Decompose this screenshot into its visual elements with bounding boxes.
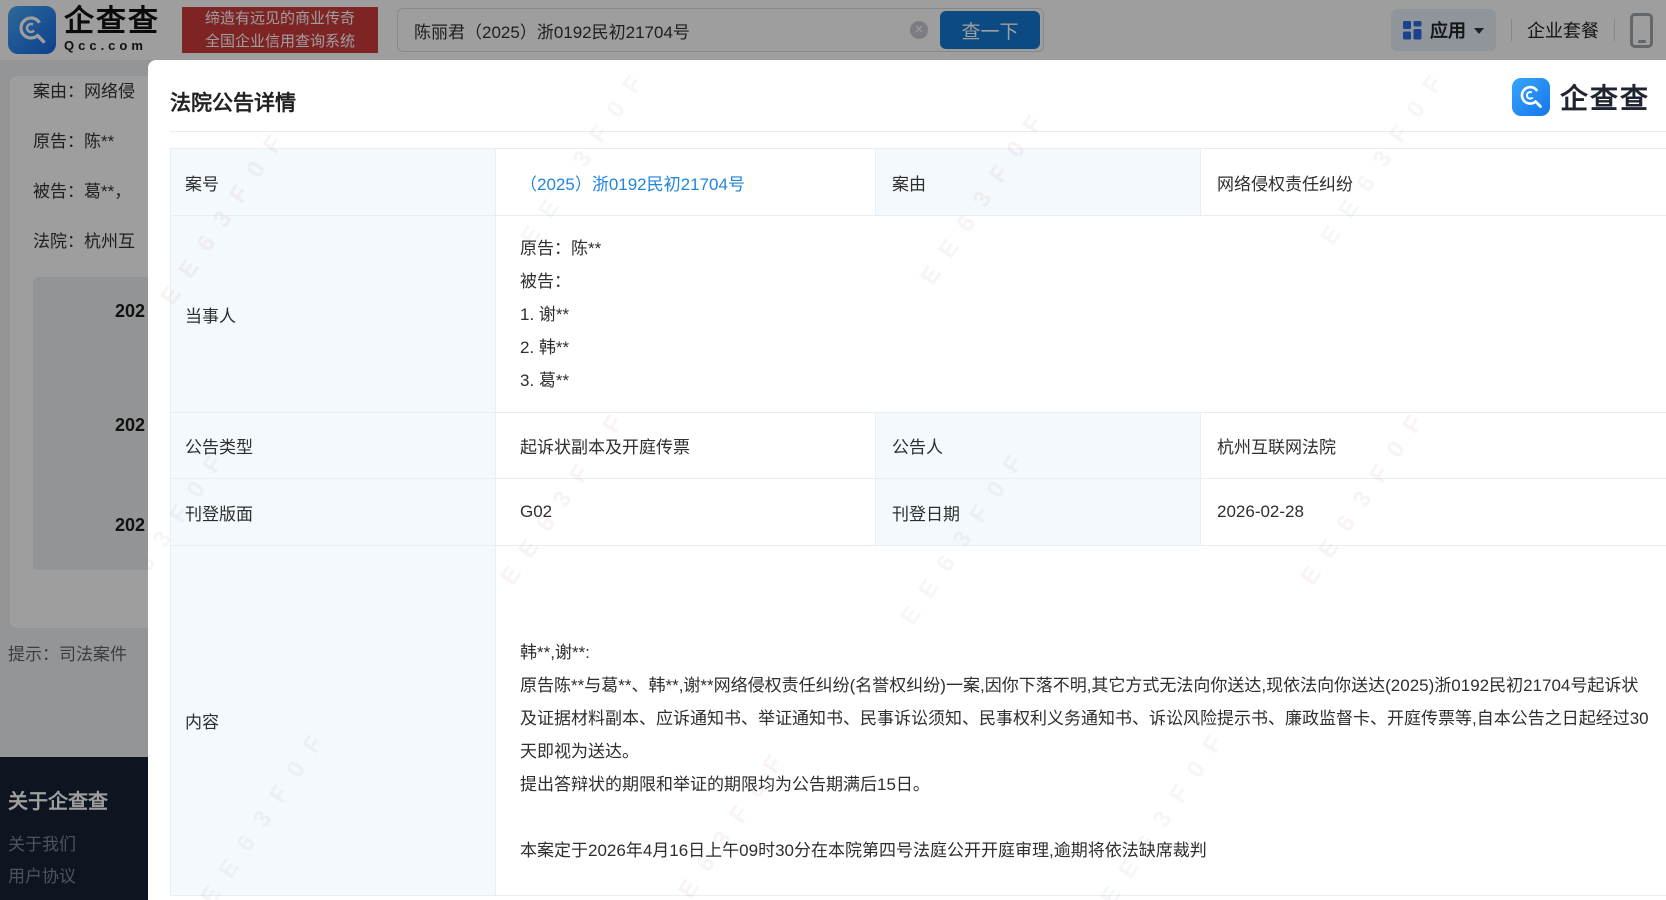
case-no-value: （2025）浙0192民初21704号 [496,149,876,216]
qcc-logo-icon [1511,78,1550,116]
party-line: 被告： [520,271,571,291]
party-line: 1. 谢** [520,304,570,324]
content-line: 提出答辩状的期限和举证的期限均为公告期满后15日。 [520,775,930,794]
announcement-table: 案号 （2025）浙0192民初21704号 案由 网络侵权责任纠纷 当事人 原… [170,148,1666,896]
party-line: 3. 葛** [520,370,570,390]
magnifier-c-glyph [1520,85,1542,108]
party-label: 当事人 [171,216,496,413]
content-line: 原告陈**与葛**、韩**,谢**网络侵权责任纠纷(名誉权纠纷)一案,因你下落不… [520,676,1649,761]
notice-type-label: 公告类型 [171,413,496,479]
date-value: 2026-02-28 [1201,479,1666,546]
page-label: 刊登版面 [171,479,496,546]
content-line [520,801,1650,834]
page: 企查查 Qcc.com 缔造有远见的商业传奇 全国企业信用查询系统 查一下 应用 [0,0,1666,900]
party-line: 2. 韩** [520,337,570,357]
party-value: 原告：陈** 被告： 1. 谢** 2. 韩** 3. 葛** [496,216,1666,413]
page-value: G02 [496,479,876,546]
modal-divider [170,131,1666,132]
case-no-label: 案号 [171,149,496,216]
notice-type-value: 起诉状副本及开庭传票 [496,413,876,479]
date-label: 刊登日期 [876,479,1201,546]
modal-title: 法院公告详情 [170,92,296,115]
modal-brand: 企查查 [1511,77,1650,117]
modal-brand-name: 企查查 [1559,83,1650,114]
content-line: 韩**,谢**: [520,643,590,662]
content-label: 内容 [171,546,496,896]
court-announcement-modal: 法院公告详情 企查查 案号 （2025）浙0192民初21704号 案由 网络侵… [148,60,1666,900]
cause-value: 网络侵权责任纠纷 [1201,149,1666,216]
party-line: 原告：陈** [520,238,602,258]
announcer-label: 公告人 [876,413,1201,479]
content-value: 韩**,谢**: 原告陈**与葛**、韩**,谢**网络侵权责任纠纷(名誉权纠纷… [496,546,1666,896]
case-no-link[interactable]: （2025）浙0192民初21704号 [520,170,745,195]
cause-label: 案由 [876,149,1201,216]
announcer-value: 杭州互联网法院 [1201,413,1666,479]
content-line: 本案定于2026年4月16日上午09时30分在本院第四号法庭公开开庭审理,逾期将… [520,841,1207,860]
